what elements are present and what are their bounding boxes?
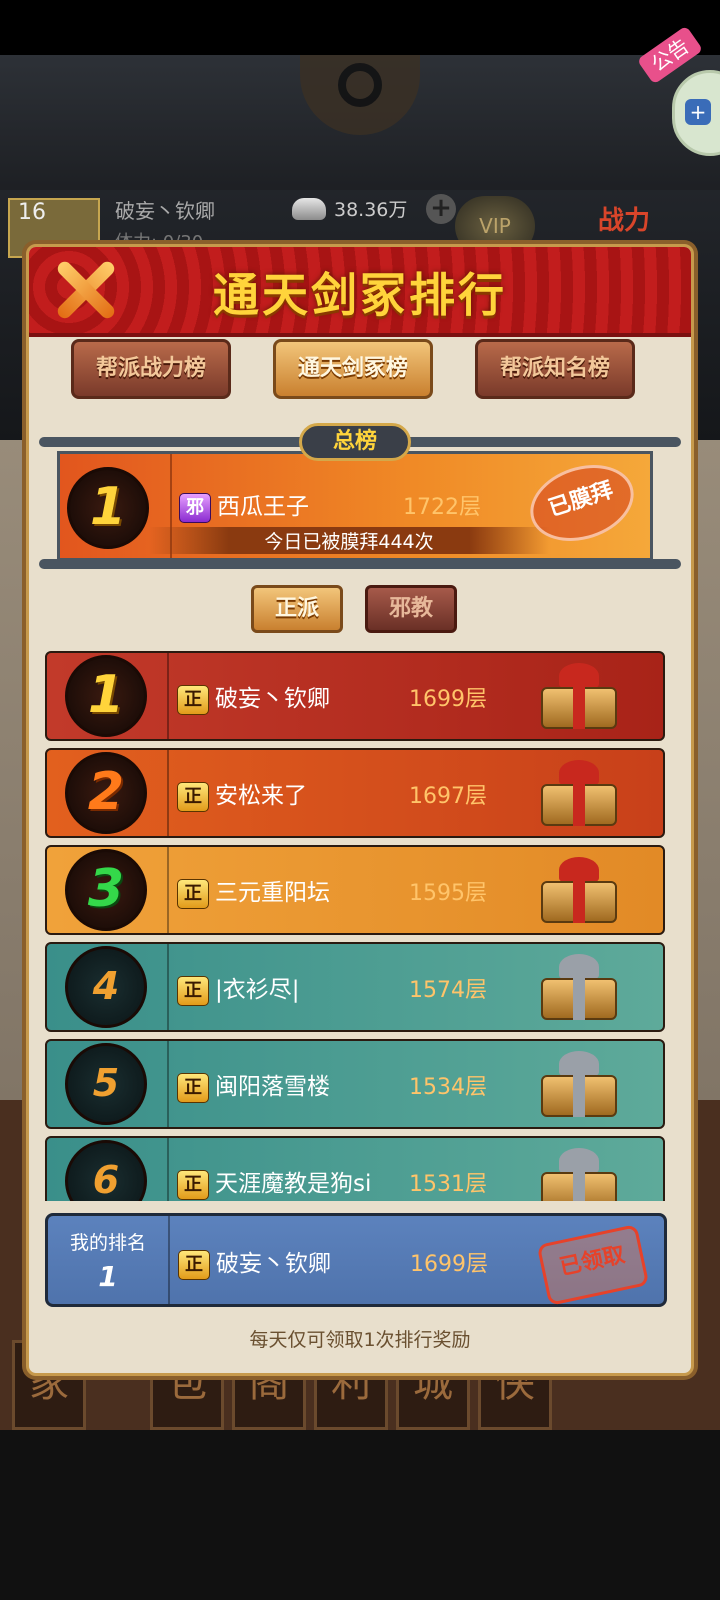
row-value: 1699层 [409, 687, 487, 712]
row-player: 正 |衣衫尽| [177, 970, 300, 1006]
tab-guild-fame[interactable]: 帮派知名榜 [475, 339, 635, 399]
my-rank-row[interactable]: 我的排名 1 正破妄丶钦卿 1699层 已领取 [45, 1213, 667, 1307]
plus-icon: + [685, 99, 711, 125]
row-player: 正天涯魔教是狗si [177, 1164, 371, 1200]
footer-note: 每天仅可领取1次排行奖励 [249, 1329, 471, 1351]
status-bar [0, 0, 720, 55]
rank-medal: 6 [65, 1140, 147, 1201]
tab-guild-power[interactable]: 帮派战力榜 [71, 339, 231, 399]
player-name: 破妄丶钦卿 [115, 199, 215, 223]
row-player: 正安松来了 [177, 776, 307, 812]
top-entry-player[interactable]: 邪西瓜王子 [179, 487, 309, 523]
faction-righteous-badge: 正 [177, 781, 209, 812]
faction-righteous-badge: 正 [177, 878, 209, 909]
row-name: 闽阳落雪楼 [215, 1074, 330, 1100]
silver-amount: 38.36万 [334, 199, 408, 221]
my-rank-label: 我的排名 [69, 1232, 146, 1254]
gift-box-icon[interactable] [537, 1148, 621, 1201]
rank-row[interactable]: 3 正三元重阳坛 1595层 [45, 845, 665, 935]
row-divider [167, 847, 169, 933]
claimed-reward-stamp[interactable]: 已领取 [536, 1224, 650, 1306]
rank-row[interactable]: 6 正天涯魔教是狗si 1531层 [45, 1136, 665, 1201]
my-rank-player: 正破妄丶钦卿 [178, 1244, 331, 1280]
row-divider [167, 944, 169, 1030]
ranking-modal: 通天剑冢排行 帮派战力榜 通天剑冢榜 帮派知名榜 总榜 1 邪西瓜王子 1722… [26, 244, 694, 1376]
my-rank-value: 1699层 [410, 1252, 488, 1277]
row-value: 1574层 [409, 978, 487, 1003]
row-divider [168, 1216, 170, 1304]
row-divider [167, 1138, 169, 1201]
row-player: 正三元重阳坛 [177, 873, 330, 909]
modal-title: 通天剑冢排行 [213, 268, 507, 322]
my-rank-number: 1 [98, 1260, 118, 1293]
rank-medal: 5 [65, 1043, 147, 1125]
faction-righteous-badge: 正 [177, 975, 209, 1006]
faction-evil-badge: 邪 [179, 492, 211, 523]
overall-label: 总榜 [299, 423, 411, 461]
tab-righteous[interactable]: 正派 [251, 585, 343, 633]
rank-medal: 1 [65, 655, 147, 737]
row-name: 安松来了 [215, 783, 307, 809]
row-name: 破妄丶钦卿 [215, 686, 330, 712]
rank-row[interactable]: 2 正安松来了 1697层 [45, 748, 665, 838]
gift-box-icon[interactable] [537, 1051, 621, 1119]
bottom-area [0, 1430, 720, 1600]
rank-medal: 4 [65, 946, 147, 1028]
worship-count: 今日已被膜拜444次 [149, 527, 549, 554]
row-value: 1534层 [409, 1075, 487, 1100]
gift-box-icon[interactable] [537, 857, 621, 925]
rank-row[interactable]: 4 正 |衣衫尽| 1574层 [45, 942, 665, 1032]
rank-row[interactable]: 5 正闽阳落雪楼 1534层 [45, 1039, 665, 1129]
row-name: 天涯魔教是狗si [215, 1171, 372, 1197]
tab-sword-tomb[interactable]: 通天剑冢榜 [273, 339, 433, 399]
row-player: 正破妄丶钦卿 [177, 679, 330, 715]
faction-righteous-badge: 正 [177, 1072, 209, 1103]
rank-list[interactable]: 1 正破妄丶钦卿 1699层 2 正安松来了 1697层 3 正三元重阳坛 15… [45, 651, 679, 1201]
top-entry-value: 1722层 [403, 495, 481, 520]
tab-evil-sect[interactable]: 邪教 [365, 585, 457, 633]
faction-righteous-badge: 正 [177, 684, 209, 715]
top-entry-name: 西瓜王子 [217, 494, 309, 520]
row-name: |衣衫尽| [215, 977, 300, 1003]
row-name: 三元重阳坛 [215, 880, 330, 906]
row-value: 1595层 [409, 881, 487, 906]
gift-box-icon[interactable] [537, 954, 621, 1022]
gift-box-icon[interactable] [537, 760, 621, 828]
row-player: 正闽阳落雪楼 [177, 1067, 330, 1103]
overall-rail-bottom [39, 559, 681, 569]
rank-row[interactable]: 1 正破妄丶钦卿 1699层 [45, 651, 665, 741]
add-silver-button[interactable]: + [426, 194, 456, 224]
rank-medal: 2 [65, 752, 147, 834]
row-divider [167, 1041, 169, 1127]
silver-ingot-icon [292, 198, 326, 220]
row-value: 1697层 [409, 784, 487, 809]
row-divider [167, 653, 169, 739]
faction-righteous-badge: 正 [177, 1169, 209, 1200]
row-divider [167, 750, 169, 836]
rank-medal: 3 [65, 849, 147, 931]
row-value: 1531层 [409, 1172, 487, 1197]
my-rank-name: 破妄丶钦卿 [216, 1251, 331, 1277]
rank-medal-top: 1 [67, 467, 149, 549]
faction-righteous-badge: 正 [178, 1249, 210, 1280]
gift-box-icon[interactable] [537, 663, 621, 731]
power-label: 战力 [598, 206, 651, 236]
